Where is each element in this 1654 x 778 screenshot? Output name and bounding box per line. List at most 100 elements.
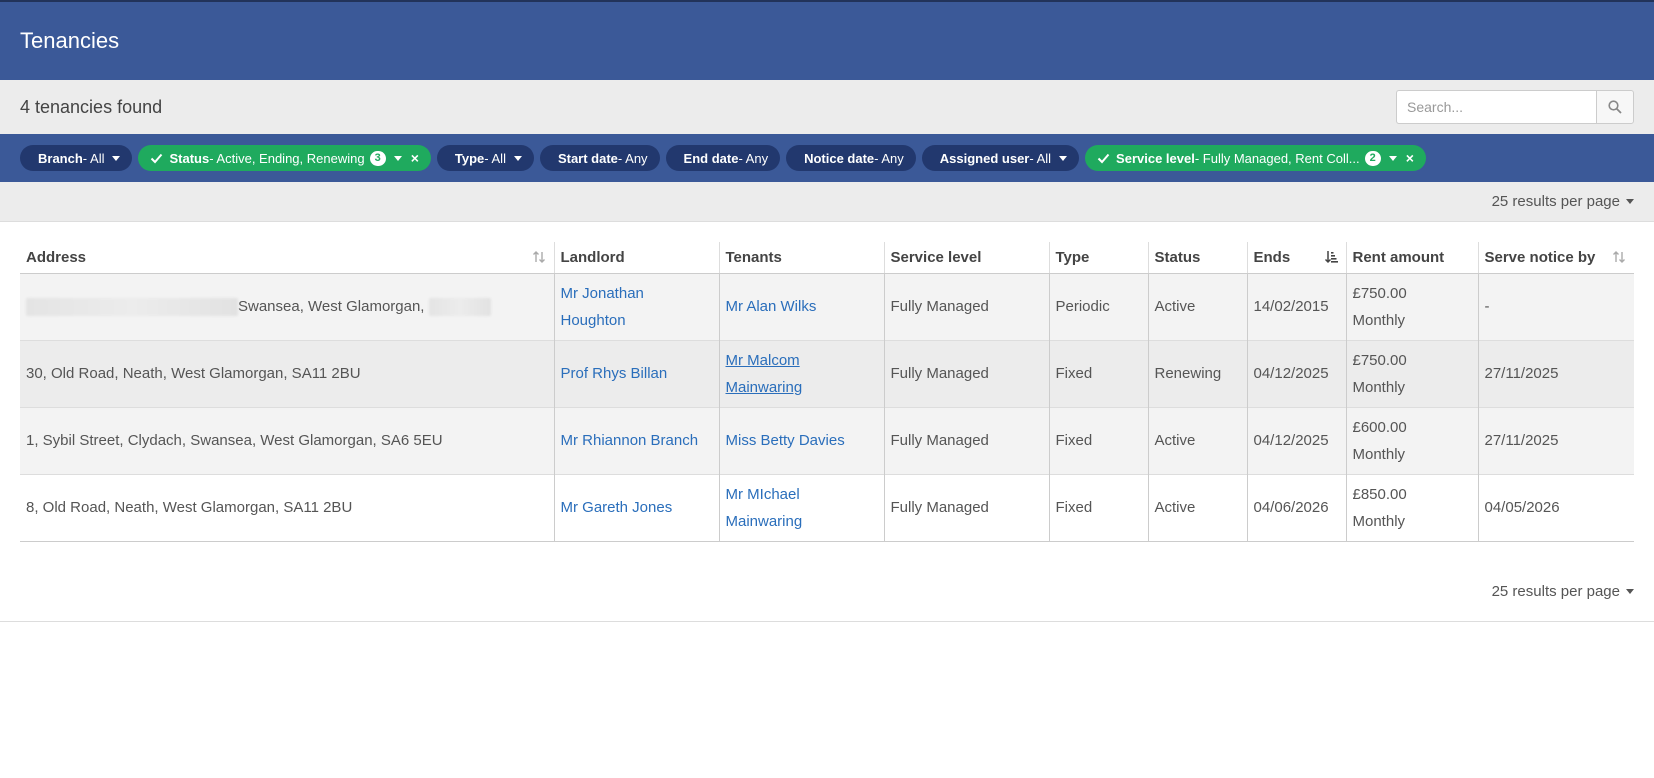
search-input[interactable]	[1396, 90, 1596, 124]
close-icon[interactable]: ×	[411, 150, 419, 166]
results-per-page-dropdown[interactable]: 25 results per page	[1492, 583, 1634, 600]
filter-assigned-user[interactable]: Assigned user - All	[921, 145, 1080, 171]
results-count: 4 tenancies found	[20, 96, 163, 117]
column-header-serve-notice-by[interactable]: Serve notice by	[1477, 242, 1634, 274]
top-pagination-bar: 25 results per page	[0, 182, 1654, 222]
column-header-address[interactable]: Address	[20, 242, 554, 274]
filter-value: - Any	[874, 150, 904, 166]
table-row[interactable]: 8, Old Road, Neath, West Glamorgan, SA11…	[20, 473, 1634, 542]
filter-label: Notice date	[804, 150, 875, 166]
search-button[interactable]	[1596, 90, 1634, 124]
tenant-link[interactable]: Mr MIchael Mainwaring	[726, 486, 803, 530]
results-per-page-dropdown[interactable]: 25 results per page	[1492, 193, 1634, 210]
caret-down-icon[interactable]	[1388, 155, 1397, 161]
column-header-ends[interactable]: Ends	[1246, 242, 1346, 274]
tenant-link[interactable]: Mr Malcom Mainwaring	[726, 352, 803, 396]
cell-serve-notice-by: 27/11/2025	[1477, 339, 1634, 407]
filter-count-badge: 3	[369, 150, 386, 166]
table-row[interactable]: 1, Sybil Street, Clydach, Swansea, West …	[20, 406, 1634, 474]
cell-serve-notice-by: 04/05/2026	[1477, 473, 1634, 542]
column-label: Service level	[890, 248, 982, 266]
check-icon	[1097, 153, 1110, 164]
rent-value: £750.00	[1352, 284, 1407, 302]
page-title: Tenancies	[20, 28, 120, 53]
column-header-tenants: Tenants	[718, 242, 884, 274]
cell-type: Fixed	[1048, 473, 1148, 542]
cell-ends: 04/12/2025	[1246, 339, 1346, 407]
rent-frequency: Monthly	[1352, 311, 1406, 329]
filter-status[interactable]: Status - Active, Ending, Renewing 3 ×	[138, 145, 431, 171]
column-header-landlord: Landlord	[553, 242, 719, 274]
column-label: Serve notice by	[1484, 248, 1596, 266]
caret-down-icon	[1626, 588, 1634, 594]
cell-tenants: Mr Alan Wilks	[718, 272, 884, 340]
filter-start-date[interactable]: Start date - Any	[539, 145, 660, 171]
cell-address: 30, Old Road, Neath, West Glamorgan, SA1…	[20, 339, 554, 407]
tenant-link[interactable]: Miss Betty Davies	[726, 432, 845, 449]
filter-branch[interactable]: Branch - All	[20, 145, 133, 171]
address-text: Swansea, West Glamorgan,	[238, 298, 425, 315]
cell-landlord: Prof Rhys Billan	[553, 339, 719, 407]
cell-status: Active	[1147, 272, 1247, 340]
column-label: Type	[1055, 248, 1090, 266]
table-row[interactable]: 30, Old Road, Neath, West Glamorgan, SA1…	[20, 339, 1634, 407]
filter-label: Start date	[557, 150, 618, 166]
tenancies-table: Address Landlord Tenants Service level T…	[20, 242, 1634, 542]
cell-tenants: Miss Betty Davies	[718, 406, 884, 474]
sort-ascending-icon[interactable]	[1324, 250, 1338, 268]
landlord-link[interactable]: Mr Jonathan Houghton	[561, 285, 644, 329]
cell-ends: 04/12/2025	[1246, 406, 1346, 474]
search-icon	[1608, 100, 1622, 114]
landlord-link[interactable]: Mr Rhiannon Branch	[561, 432, 699, 449]
filter-value: - All	[82, 150, 105, 166]
summary-bar: 4 tenancies found	[0, 80, 1654, 134]
filter-value: - Any	[738, 150, 769, 166]
column-label: Ends	[1253, 248, 1291, 266]
cell-landlord: Mr Gareth Jones	[553, 473, 719, 542]
sort-icon[interactable]	[532, 250, 546, 268]
bottom-pagination-bar: 25 results per page	[0, 562, 1654, 622]
filter-notice-date[interactable]: Notice date - Any	[786, 145, 916, 171]
cell-landlord: Mr Rhiannon Branch	[553, 406, 719, 474]
filter-value: - Any	[617, 150, 648, 166]
table-row[interactable]: Swansea, West Glamorgan, Mr Jonathan Hou…	[20, 272, 1634, 340]
caret-down-icon	[513, 155, 522, 161]
filter-label: Assigned user	[939, 150, 1030, 166]
cell-serve-notice-by: 27/11/2025	[1477, 406, 1634, 474]
cell-rent-amount: £750.00 Monthly	[1345, 272, 1478, 340]
tenancies-table-container: Address Landlord Tenants Service level T…	[0, 222, 1654, 542]
cell-service-level: Fully Managed	[883, 473, 1049, 542]
caret-down-icon[interactable]	[393, 155, 402, 161]
column-label: Rent amount	[1352, 248, 1445, 266]
close-icon[interactable]: ×	[1406, 150, 1414, 166]
caret-down-icon	[112, 155, 121, 161]
column-label: Landlord	[560, 248, 625, 266]
cell-tenants: Mr MIchael Mainwaring	[718, 473, 884, 542]
cell-rent-amount: £850.00 Monthly	[1345, 473, 1478, 542]
filter-bar: Branch - All Status - Active, Ending, Re…	[0, 134, 1654, 182]
filter-value: - Fully Managed, Rent Coll...	[1194, 150, 1360, 166]
sort-icon[interactable]	[1612, 250, 1626, 268]
filter-value: - All	[1029, 150, 1052, 166]
rent-value: £750.00	[1352, 351, 1407, 369]
rent-value: £850.00	[1352, 485, 1407, 503]
landlord-link[interactable]: Prof Rhys Billan	[561, 365, 668, 382]
rent-frequency: Monthly	[1352, 445, 1406, 463]
cell-address: 1, Sybil Street, Clydach, Swansea, West …	[20, 406, 554, 474]
filter-service-level[interactable]: Service level - Fully Managed, Rent Coll…	[1085, 145, 1426, 171]
filter-value: - All	[484, 150, 506, 166]
cell-type: Fixed	[1048, 406, 1148, 474]
rent-frequency: Monthly	[1352, 378, 1406, 396]
cell-landlord: Mr Jonathan Houghton	[553, 272, 719, 340]
cell-type: Fixed	[1048, 339, 1148, 407]
landlord-link[interactable]: Mr Gareth Jones	[561, 499, 673, 516]
tenant-link[interactable]: Mr Alan Wilks	[726, 298, 817, 315]
filter-count-badge: 2	[1364, 150, 1381, 166]
filter-label: Service level	[1116, 150, 1195, 166]
filter-end-date[interactable]: End date - Any	[665, 145, 781, 171]
results-per-page-label: 25 results per page	[1491, 193, 1620, 210]
cell-rent-amount: £750.00 Monthly	[1345, 339, 1478, 407]
caret-down-icon	[1059, 155, 1068, 161]
filter-type[interactable]: Type - All	[436, 145, 534, 171]
redacted-text	[428, 298, 491, 317]
